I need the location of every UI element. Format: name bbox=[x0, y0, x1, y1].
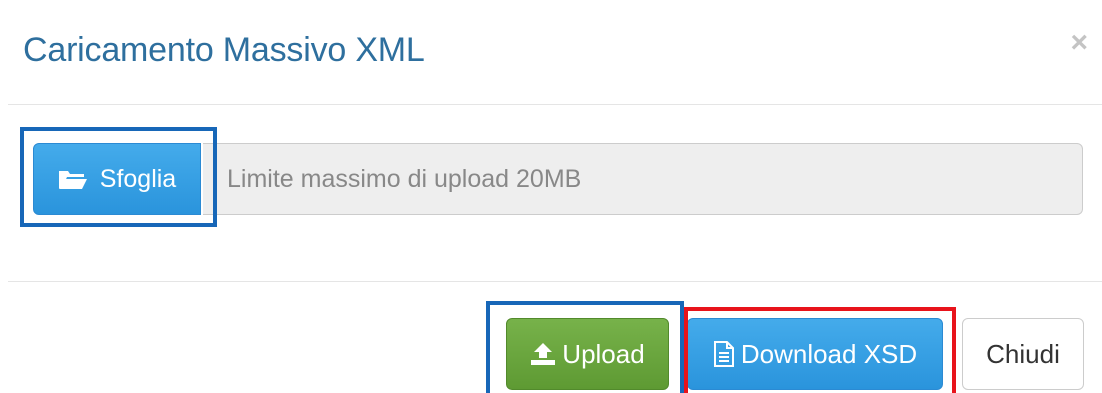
highlight-box-download bbox=[684, 307, 956, 393]
close-button-label: Chiudi bbox=[986, 338, 1060, 369]
close-icon[interactable]: × bbox=[1070, 28, 1088, 58]
dialog-title: Caricamento Massivo XML bbox=[23, 31, 425, 69]
dialog-header: Caricamento Massivo XML × bbox=[0, 0, 1102, 104]
upload-dialog: Caricamento Massivo XML × Sfoglia Limite… bbox=[0, 0, 1102, 393]
file-path-field[interactable]: Limite massimo di upload 20MB bbox=[203, 143, 1083, 215]
highlight-box-browse bbox=[20, 127, 217, 227]
highlight-box-upload bbox=[486, 301, 684, 393]
close-button[interactable]: Chiudi bbox=[962, 318, 1084, 390]
file-path-placeholder: Limite massimo di upload 20MB bbox=[227, 164, 582, 193]
header-divider bbox=[8, 104, 1102, 105]
footer-divider bbox=[8, 281, 1102, 282]
